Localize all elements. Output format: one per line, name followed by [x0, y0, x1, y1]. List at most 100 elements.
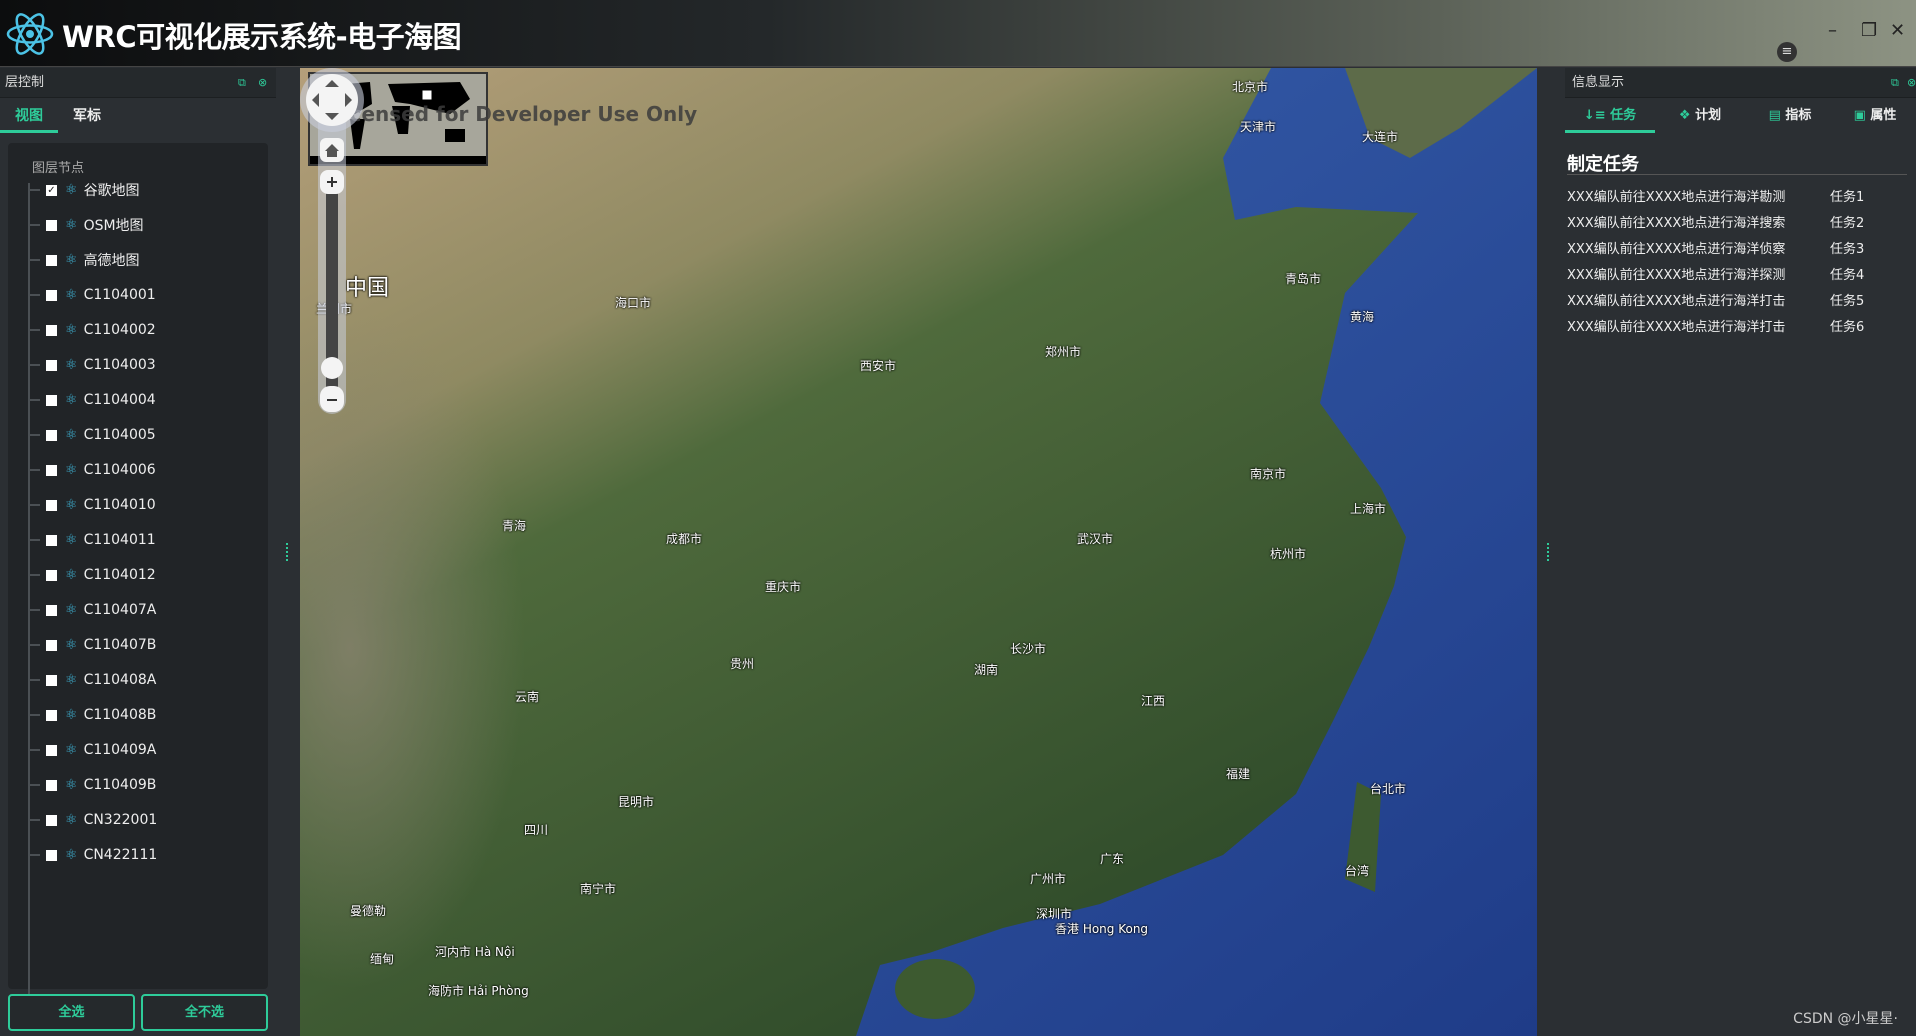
title-bar: WRC可视化展示系统-电子海图 ≡ – ❐ ✕: [0, 0, 1916, 67]
layer-node[interactable]: ⚛ C110408B: [28, 703, 156, 727]
layer-label: C1104004: [83, 392, 156, 408]
task-row[interactable]: XXX编队前往XXXX地点进行海洋搜索 任务2: [1567, 212, 1864, 231]
layer-node[interactable]: ⚛ C1104011: [28, 528, 156, 552]
task-row[interactable]: XXX编队前往XXXX地点进行海洋打击 任务6: [1567, 316, 1864, 335]
layer-node[interactable]: ⚛ C1104012: [28, 563, 156, 587]
layer-label: C1104005: [83, 427, 156, 443]
task-name: 任务1: [1830, 190, 1865, 205]
layer-node[interactable]: ⚛ C1104010: [28, 493, 156, 517]
minimize-button[interactable]: –: [1828, 20, 1837, 41]
layer-checkbox[interactable]: [46, 534, 57, 546]
layer-node[interactable]: ⚛ C110407B: [28, 633, 156, 657]
layer-node[interactable]: ⚛ C110409A: [28, 738, 156, 762]
map-place-label: 台湾: [1345, 864, 1370, 878]
map-place-label: 广州市: [1030, 872, 1067, 886]
layer-node[interactable]: ⚛ C1104006: [28, 458, 156, 482]
layer-node[interactable]: ⚛ CN322001: [28, 808, 157, 832]
layer-checkbox[interactable]: [46, 814, 57, 826]
cubes-icon: ❖: [1678, 108, 1696, 123]
tab-military-symbols[interactable]: 军标: [58, 101, 116, 133]
map-place-label: 青岛市: [1285, 272, 1322, 286]
task-row[interactable]: XXX编队前往XXXX地点进行海洋打击 任务5: [1567, 290, 1864, 309]
map-place-label: 西安市: [860, 359, 897, 373]
task-row[interactable]: XXX编队前往XXXX地点进行海洋侦察 任务3: [1567, 238, 1864, 257]
tab-properties[interactable]: ▣ 属性: [1835, 101, 1915, 133]
close-circle-icon[interactable]: ⊗: [258, 68, 267, 98]
tree-branch: [28, 539, 40, 541]
layer-node[interactable]: ✓ ⚛ 谷歌地图: [28, 178, 140, 202]
task-description: XXX编队前往XXXX地点进行海洋搜索: [1567, 216, 1786, 231]
layer-checkbox[interactable]: [46, 429, 57, 441]
layer-label: C110409B: [83, 777, 157, 793]
tab-view[interactable]: 视图: [0, 101, 58, 133]
layer-checkbox[interactable]: [46, 709, 57, 721]
layer-checkbox[interactable]: [46, 779, 57, 791]
layer-node[interactable]: ⚛ 高德地图: [28, 248, 140, 272]
layer-node[interactable]: ⚛ C1104001: [28, 283, 156, 307]
close-button[interactable]: ✕: [1890, 20, 1905, 41]
layer-node[interactable]: ⚛ CN422111: [28, 843, 157, 867]
layer-node[interactable]: ⚛ C110407A: [28, 598, 156, 622]
layer-checkbox[interactable]: [46, 569, 57, 581]
layer-checkbox[interactable]: [46, 499, 57, 511]
tree-branch: [28, 329, 40, 331]
task-description: XXX编队前往XXXX地点进行海洋勘测: [1567, 190, 1786, 205]
layer-checkbox[interactable]: [46, 359, 57, 371]
tree-branch: [28, 574, 40, 576]
map-place-label: 北京市: [1232, 80, 1269, 94]
menu-icon[interactable]: ≡: [1777, 42, 1797, 62]
map-view[interactable]: Licensed for Developer Use Only 中国 北京市 天津市…: [300, 68, 1537, 1036]
tree-branch: [28, 714, 40, 716]
layer-checkbox[interactable]: [46, 744, 57, 756]
layer-checkbox[interactable]: [46, 849, 57, 861]
tree-branch: [28, 259, 40, 261]
tree-branch: [28, 504, 40, 506]
popout-icon[interactable]: ⧉: [1891, 68, 1899, 98]
popout-icon[interactable]: ⧉: [238, 68, 246, 98]
layer-node[interactable]: ⚛ OSM地图: [28, 213, 144, 237]
layer-checkbox[interactable]: [46, 604, 57, 616]
layer-checkbox[interactable]: [46, 324, 57, 336]
layer-checkbox[interactable]: ✓: [46, 184, 57, 196]
layer-node[interactable]: ⚛ C1104005: [28, 423, 156, 447]
task-name: 任务5: [1830, 294, 1865, 309]
layer-checkbox[interactable]: [46, 219, 57, 231]
close-circle-icon[interactable]: ⊗: [1907, 68, 1916, 98]
layer-node[interactable]: ⚛ C110409B: [28, 773, 156, 797]
layer-node[interactable]: ⚛ C1104002: [28, 318, 156, 342]
splitter-handle[interactable]: [1547, 543, 1550, 561]
map-place-label: 昆明市: [618, 795, 655, 809]
tab-tasks[interactable]: ↓≡ 任务: [1565, 101, 1655, 133]
task-description: XXX编队前往XXXX地点进行海洋探测: [1567, 268, 1786, 283]
layer-node[interactable]: ⚛ C110408A: [28, 668, 156, 692]
layer-checkbox[interactable]: [46, 254, 57, 266]
tab-plan[interactable]: ❖ 计划: [1655, 101, 1745, 133]
select-none-button[interactable]: 全不选: [141, 994, 268, 1031]
map-place-label: 大连市: [1362, 130, 1399, 144]
splitter-handle[interactable]: [286, 543, 289, 561]
task-row[interactable]: XXX编队前往XXXX地点进行海洋探测 任务4: [1567, 264, 1864, 283]
layer-checkbox[interactable]: [46, 394, 57, 406]
task-row[interactable]: XXX编队前往XXXX地点进行海洋勘测 任务1: [1567, 186, 1864, 205]
layer-node[interactable]: ⚛ C1104003: [28, 353, 156, 377]
tree-branch: [28, 609, 40, 611]
restore-button[interactable]: ❐: [1861, 20, 1877, 41]
tab-metrics[interactable]: ▤ 指标: [1745, 101, 1835, 133]
tree-branch: [28, 224, 40, 226]
layer-icon: ⚛: [65, 567, 78, 583]
map-place-label: 南宁市: [580, 882, 617, 896]
layer-checkbox[interactable]: [46, 639, 57, 651]
map-place-label: 成都市: [666, 532, 703, 546]
layer-checkbox[interactable]: [46, 289, 57, 301]
layer-label: CN322001: [83, 812, 158, 828]
layer-checkbox[interactable]: [46, 464, 57, 476]
layer-label: C1104001: [83, 287, 156, 303]
task-description: XXX编队前往XXXX地点进行海洋侦察: [1567, 242, 1786, 257]
layer-checkbox[interactable]: [46, 674, 57, 686]
layer-label: C110407B: [83, 637, 157, 653]
select-all-button[interactable]: 全选: [8, 994, 135, 1031]
map-place-label: 缅甸: [370, 952, 395, 966]
zoom-slider-thumb[interactable]: [321, 357, 343, 379]
layer-label: C1104011: [83, 532, 156, 548]
layer-node[interactable]: ⚛ C1104004: [28, 388, 156, 412]
